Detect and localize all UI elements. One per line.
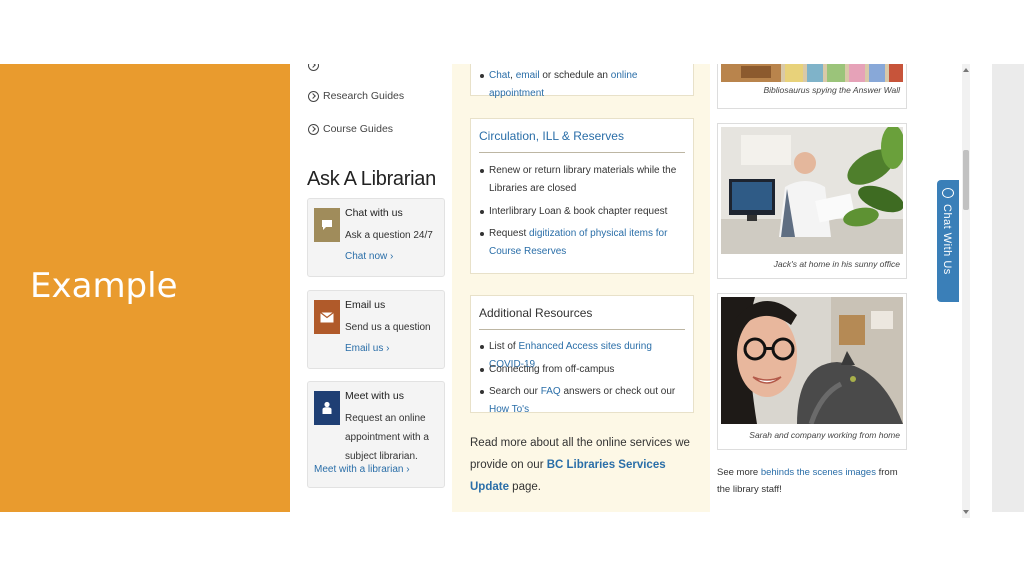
speech-bubble-icon (314, 208, 340, 242)
page-scrollbar[interactable] (962, 64, 970, 518)
email-box: Email us Send us a question Email us › (307, 290, 445, 369)
bibliosaurus-photo (721, 64, 903, 82)
read-more-text: Read more about all the online services … (470, 437, 690, 493)
divider (479, 152, 685, 153)
scrollbar-thumb[interactable] (963, 150, 969, 210)
photo-caption: Sarah and company working from home (749, 430, 900, 440)
nav-item-partial[interactable] (308, 64, 323, 71)
chat-now-link[interactable]: Chat now › (345, 251, 393, 262)
email-link[interactable]: email (516, 70, 540, 81)
meet-title: Meet with us (345, 390, 404, 402)
scroll-down-arrow-icon[interactable] (963, 510, 969, 514)
see-more-text: See more behinds the scenes images from … (717, 467, 898, 495)
behind-the-scenes-link[interactable]: behinds the scenes images (761, 467, 876, 478)
chat-tab-label: Chat With Us (941, 204, 953, 275)
circle-arrow-icon (308, 90, 319, 102)
nav-item-label: Course Guides (323, 123, 394, 135)
envelope-icon (314, 300, 340, 334)
photo-card-sarah: Sarah and company working from home (717, 293, 907, 450)
faq-item: Search our FAQ answers or check out our … (480, 383, 685, 419)
photo-card-jack: Jack's at home in his sunny office (717, 123, 907, 279)
photo-caption: Bibliosaurus spying the Answer Wall (763, 85, 900, 95)
renew-return-link[interactable]: Renew or return library materials while … (480, 162, 685, 198)
faq-link[interactable]: FAQ (541, 386, 561, 397)
meet-box: Meet with us Request an online appointme… (307, 381, 445, 488)
interlibrary-loan-link[interactable]: Interlibrary Loan & book chapter request (480, 203, 685, 221)
how-tos-link[interactable]: How To's (489, 404, 529, 415)
resources-title: Additional Resources (479, 306, 593, 320)
chat-text: Ask a question 24/7 (345, 230, 433, 241)
sarah-home-photo (721, 297, 903, 424)
circulation-title: Circulation, ILL & Reserves (479, 129, 624, 143)
slide-side-strip (992, 64, 1024, 512)
meet-text: Request an online appointment with a sub… (345, 413, 429, 462)
off-campus-link[interactable]: Connecting from off-campus (480, 361, 685, 379)
jack-office-photo (721, 127, 903, 254)
photos-column: Bibliosaurus spying the Answer Wall Jack… (710, 64, 962, 512)
services-column: Chat, email or schedule an online appoin… (452, 64, 710, 512)
person-icon (314, 391, 340, 425)
photo-caption: Jack's at home in his sunny office (773, 259, 900, 269)
chat-bubble-icon (942, 188, 954, 198)
circle-arrow-icon (308, 64, 319, 71)
nav-item-label: Research Guides (323, 90, 405, 102)
meet-librarian-link[interactable]: Meet with a librarian › (314, 464, 410, 475)
circulation-card: Circulation, ILL & Reserves Renew or ret… (470, 118, 694, 274)
divider (479, 329, 685, 330)
chat-with-us-tab[interactable]: Chat With Us (937, 180, 959, 302)
nav-item-course-guides[interactable]: Course Guides (308, 123, 393, 135)
nav-item-research-guides[interactable]: Research Guides (308, 90, 404, 102)
contact-options-item: Chat, email or schedule an online appoin… (480, 67, 685, 103)
photo-card-bibliosaurus: Bibliosaurus spying the Answer Wall (717, 64, 907, 109)
chat-box: Chat with us Ask a question 24/7 Chat no… (307, 198, 445, 277)
circle-arrow-icon (308, 123, 319, 135)
email-title: Email us (345, 299, 386, 311)
digitization-item: Request digitization of physical items f… (480, 225, 685, 261)
library-page-screenshot: Research Guides Course Guides Ask A Libr… (290, 64, 962, 512)
email-us-link[interactable]: Email us › (345, 343, 389, 354)
ask-librarian-heading: Ask A Librarian (307, 168, 436, 190)
contact-options-card: Chat, email or schedule an online appoin… (470, 64, 694, 99)
slide-title: Example (30, 266, 178, 306)
chat-title: Chat with us (345, 207, 403, 219)
additional-resources-card: Additional Resources List of Enhanced Ac… (470, 295, 694, 415)
email-text: Send us a question (345, 322, 431, 333)
chat-link[interactable]: Chat (489, 70, 510, 81)
left-column: Research Guides Course Guides Ask A Libr… (290, 64, 450, 512)
scroll-up-arrow-icon[interactable] (963, 68, 969, 72)
